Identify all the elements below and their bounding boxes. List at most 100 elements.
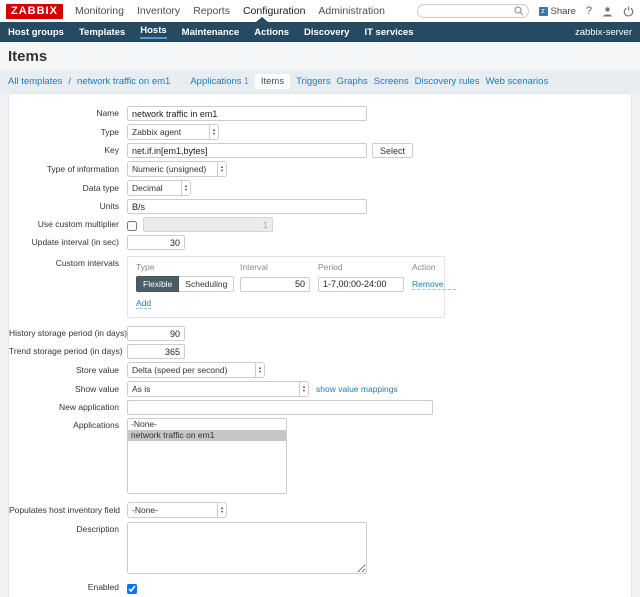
tab-discovery-rules[interactable]: Discovery rules: [415, 76, 480, 87]
subnav-actions[interactable]: Actions: [254, 27, 289, 38]
enabled-label: Enabled: [87, 582, 119, 592]
menu-administration[interactable]: Administration: [318, 5, 385, 17]
select-stepper-icon: ▲ ▼: [209, 125, 218, 139]
subnav-discovery[interactable]: Discovery: [304, 27, 349, 38]
new-application-label: New application: [58, 402, 119, 412]
store-value-select[interactable]: Delta (speed per second) ▲ ▼: [127, 362, 265, 378]
menu-reports[interactable]: Reports: [193, 5, 230, 17]
logout-icon[interactable]: [623, 6, 634, 17]
update-interval-label: Update interval (in sec): [31, 237, 119, 247]
applications-count: 1: [243, 76, 249, 87]
custom-intervals-label: Custom intervals: [55, 258, 119, 268]
type-of-information-select[interactable]: Numeric (unsigned) ▲ ▼: [127, 161, 227, 177]
application-option-none[interactable]: -None-: [128, 419, 286, 430]
name-input[interactable]: [127, 106, 367, 121]
active-menu-caret: [256, 17, 268, 22]
period-input[interactable]: [318, 276, 404, 292]
subnav-it-services[interactable]: IT services: [364, 27, 413, 38]
enabled-checkbox[interactable]: [127, 583, 137, 594]
field-row-custom-intervals: Custom intervals Type Interval Period Ac…: [9, 256, 621, 318]
subnav-host-groups[interactable]: Host groups: [8, 27, 64, 38]
share-label: Share: [550, 5, 576, 17]
menu-monitoring[interactable]: Monitoring: [75, 5, 124, 17]
topbar-actions: z Share ?: [416, 4, 634, 18]
server-name-label: zabbix-server: [574, 26, 632, 38]
select-stepper-icon: ▲ ▼: [255, 363, 264, 377]
ci-header-action: Action: [412, 262, 436, 272]
field-row-history: History storage period (in days): [9, 326, 621, 341]
tab-items[interactable]: Items: [254, 74, 291, 89]
field-row-enabled: Enabled: [9, 580, 621, 595]
trends-input[interactable]: [127, 344, 185, 359]
trends-label: Trend storage period (in days): [9, 346, 123, 356]
interval-input[interactable]: [240, 276, 310, 292]
global-search-input[interactable]: [416, 4, 529, 18]
field-row-show-value: Show value As is ▲ ▼ show value mappings: [9, 381, 621, 397]
search-icon: [513, 6, 523, 16]
show-value-select[interactable]: As is ▲ ▼: [127, 381, 309, 397]
subnav-hosts[interactable]: Hosts: [140, 25, 167, 39]
tab-applications[interactable]: Applications 1: [190, 76, 249, 87]
history-input[interactable]: [127, 326, 185, 341]
key-input[interactable]: [127, 143, 367, 158]
crumb-all-templates[interactable]: All templates: [8, 76, 62, 87]
profile-icon[interactable]: [602, 6, 613, 17]
show-value-label: Show value: [75, 383, 119, 394]
scheduling-button[interactable]: Scheduling: [179, 276, 235, 292]
applications-label: Applications: [73, 420, 119, 430]
crumb-host[interactable]: network traffic on em1: [77, 76, 170, 87]
new-application-input[interactable]: [127, 400, 433, 415]
menu-inventory[interactable]: Inventory: [137, 5, 180, 17]
remove-interval-link[interactable]: Remove: [412, 279, 456, 290]
application-option-selected[interactable]: network traffic on em1: [128, 430, 286, 441]
tab-web-scenarios[interactable]: Web scenarios: [486, 76, 549, 87]
type-of-information-label: Type of information: [46, 163, 119, 174]
field-row-trends: Trend storage period (in days): [9, 344, 621, 359]
show-value-mappings-link[interactable]: show value mappings: [316, 384, 398, 394]
name-label: Name: [96, 108, 119, 118]
data-type-select[interactable]: Decimal ▲ ▼: [127, 180, 191, 196]
select-stepper-icon: ▲ ▼: [217, 503, 226, 517]
units-input[interactable]: [127, 199, 367, 214]
inventory-field-select[interactable]: -None- ▲ ▼: [127, 502, 227, 518]
type-select[interactable]: Zabbix agent ▲ ▼: [127, 124, 219, 140]
flexible-button[interactable]: Flexible: [136, 276, 180, 292]
breadcrumb: All templates / network traffic on em1 A…: [0, 70, 640, 93]
select-stepper-icon: ▲ ▼: [181, 181, 190, 195]
share-button[interactable]: z Share: [538, 5, 576, 17]
tab-screens[interactable]: Screens: [374, 76, 409, 87]
applications-listbox[interactable]: -None- network traffic on em1: [127, 418, 287, 494]
page-title: Items: [0, 42, 640, 70]
add-interval-link[interactable]: Add: [136, 298, 152, 309]
field-row-inventory: Populates host inventory field -None- ▲ ▼: [9, 502, 621, 518]
ci-header-period: Period: [318, 262, 343, 272]
select-stepper-icon: ▲ ▼: [299, 382, 308, 396]
history-label: History storage period (in days): [9, 328, 128, 338]
select-stepper-icon: ▲ ▼: [217, 162, 226, 176]
ci-header-interval: Interval: [240, 262, 268, 272]
description-textarea[interactable]: [127, 522, 367, 574]
main-menu: Monitoring Inventory Reports Configurati…: [75, 5, 385, 17]
top-navigation-bar: ZABBIX Monitoring Inventory Reports Conf…: [0, 0, 640, 22]
configuration-sub-menu: Host groups Templates Hosts Maintenance …: [0, 17, 640, 42]
type-label: Type: [100, 126, 119, 137]
item-form: Name Type Zabbix agent ▲▼ Key Select Typ…: [8, 93, 632, 597]
field-row-data-type: Data type Decimal ▲ ▼: [9, 180, 621, 196]
zabbix-logo[interactable]: ZABBIX: [6, 3, 63, 19]
interval-type-segmented-control: Flexible Scheduling: [136, 276, 235, 292]
help-button[interactable]: ?: [586, 5, 592, 17]
field-row-name: Name: [9, 106, 621, 121]
use-custom-multiplier-checkbox[interactable]: [127, 220, 137, 231]
tab-triggers[interactable]: Triggers: [296, 76, 331, 87]
tab-graphs[interactable]: Graphs: [337, 76, 368, 87]
subnav-templates[interactable]: Templates: [79, 27, 125, 38]
subnav-maintenance[interactable]: Maintenance: [182, 27, 240, 38]
menu-configuration[interactable]: Configuration: [243, 5, 305, 17]
ci-header-type: Type: [136, 262, 155, 272]
use-custom-multiplier-label: Use custom multiplier: [37, 219, 119, 229]
field-row-units: Units: [9, 199, 621, 214]
units-label: Units: [99, 201, 119, 211]
crumb-separator: /: [68, 76, 72, 87]
update-interval-input[interactable]: [127, 235, 185, 250]
key-select-button[interactable]: Select: [372, 143, 414, 158]
